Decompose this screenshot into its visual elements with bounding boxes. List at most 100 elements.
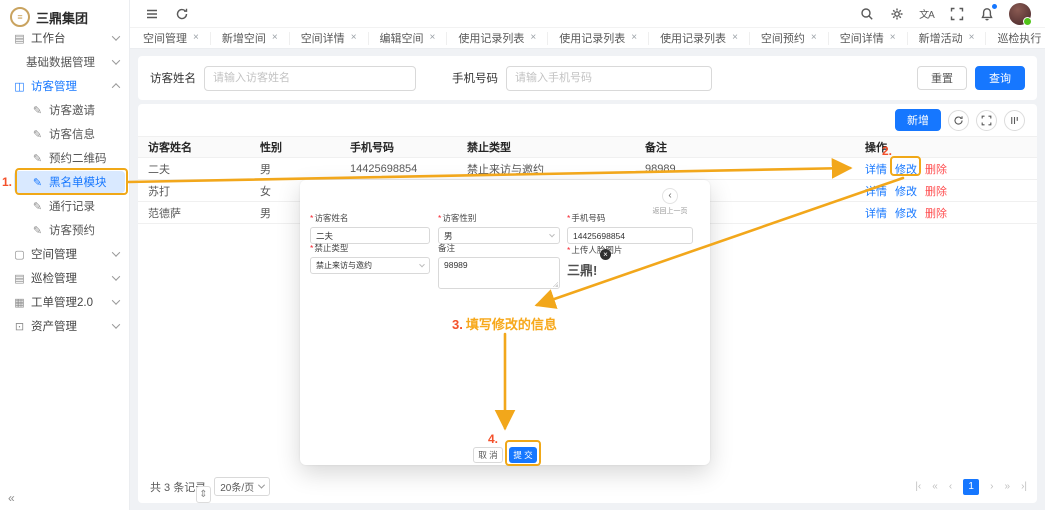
visitor-name-input[interactable] [204, 65, 416, 91]
logo-text: 三鼎集团 [36, 10, 89, 26]
sidebar-item-base-data[interactable]: 基础数据管理 [0, 50, 129, 74]
tab[interactable]: 使用记录列表 × [447, 31, 549, 45]
ban-type-select[interactable]: 禁止来访与邀约 [310, 257, 430, 274]
gear-icon[interactable] [889, 6, 904, 21]
sidebar-item-workbench[interactable]: ▤ 工作台 [0, 26, 129, 50]
tab-label: 空间预约 [760, 33, 805, 45]
app-logo: ≡ 三鼎集团 [10, 7, 88, 27]
chevron-down-icon [419, 261, 425, 267]
logo-icon: ≡ [10, 7, 30, 27]
phone-field[interactable] [567, 227, 693, 244]
delete-link[interactable]: 删除 [925, 161, 947, 177]
submit-button[interactable]: 提 交 [509, 447, 537, 463]
edit-link[interactable]: 修改 [895, 161, 917, 177]
tab[interactable]: 使用记录列表 × [649, 31, 750, 45]
edit-link[interactable]: 修改 [895, 183, 917, 199]
remove-image-icon[interactable]: × [600, 249, 611, 260]
workorder-icon: ▦ [14, 296, 25, 309]
reset-button[interactable]: 重置 [917, 66, 967, 90]
visitor-gender-label: 访客性别 [438, 212, 560, 224]
page-size-select[interactable]: 20条/页 [214, 477, 271, 496]
delete-link[interactable]: 删除 [925, 205, 947, 221]
tab[interactable]: 空间详情 × [829, 31, 908, 45]
remark-textarea[interactable]: 98989 [438, 257, 560, 289]
sidebar-item-visitor-invite[interactable]: ✎ 访客邀请 [0, 98, 129, 122]
tab[interactable]: 新增活动 × [908, 31, 987, 45]
sidebar-collapse-icon[interactable]: « [8, 491, 15, 505]
tab-close-icon[interactable]: × [430, 33, 436, 43]
translate-icon[interactable]: 文A [919, 6, 935, 21]
pencil-icon: ✎ [32, 152, 43, 165]
avatar[interactable] [1009, 2, 1032, 26]
first-page-icon[interactable]: |‹ [915, 481, 921, 492]
next-page-icon[interactable]: › [990, 481, 993, 492]
uploaded-face-image[interactable]: 三鼎! [567, 257, 611, 281]
prev-group-icon[interactable]: « [932, 481, 938, 492]
table-header-row: 访客姓名 性别 手机号码 禁止类型 备注 操作 [138, 136, 1037, 158]
tab[interactable]: 使用记录列表 × [548, 31, 650, 45]
fullscreen-icon[interactable] [949, 6, 964, 21]
chevron-down-icon [111, 248, 121, 257]
tab-close-icon[interactable]: × [811, 33, 817, 43]
bell-icon[interactable] [979, 4, 997, 21]
add-button[interactable]: 新增 [895, 109, 941, 131]
tab-close-icon[interactable]: × [969, 33, 975, 43]
fullscreen-icon[interactable] [976, 109, 997, 131]
search-icon[interactable] [859, 6, 874, 21]
tab-label: 空间详情 [300, 33, 345, 45]
detail-link[interactable]: 详情 [865, 161, 887, 177]
remark-label: 备注 [438, 243, 456, 253]
pencil-icon: ✎ [32, 200, 43, 213]
chevron-down-icon [549, 231, 555, 237]
sidebar-item-visitor-booking[interactable]: ✎ 访客预约 [0, 218, 129, 242]
refresh-icon[interactable] [948, 109, 969, 131]
edit-link[interactable]: 修改 [895, 205, 917, 221]
tab-close-icon[interactable]: × [732, 33, 738, 43]
workbench-icon: ▤ [14, 32, 25, 45]
asset-icon: ⊡ [14, 320, 25, 333]
table-row: 二夫 男 14425698854 禁止来访与邀约 98989 详情 修改 删除 [138, 158, 1037, 180]
tab[interactable]: 空间管理 × [132, 31, 211, 45]
sidebar-item-pass-record[interactable]: ✎ 通行记录 [0, 194, 129, 218]
tab-close-icon[interactable]: × [890, 33, 896, 43]
tab[interactable]: 新增空间 × [211, 31, 290, 45]
column-settings-icon[interactable] [1004, 109, 1025, 131]
current-page[interactable]: 1 [963, 478, 980, 495]
tab-label: 空间管理 [143, 33, 187, 45]
detail-link[interactable]: 详情 [865, 205, 887, 221]
tab-close-icon[interactable]: × [631, 33, 637, 43]
sidebar-item-visitor-info[interactable]: ✎ 访客信息 [0, 122, 129, 146]
chevron-left-icon[interactable]: ‹ [662, 188, 678, 204]
sidebar-item-workorder-mgmt[interactable]: ▦ 工单管理2.0 [0, 290, 129, 314]
sidebar-item-inspection-mgmt[interactable]: ▤ 巡检管理 [0, 266, 129, 290]
filter-card: 访客姓名 手机号码 重置 查询 [138, 56, 1037, 100]
search-button[interactable]: 查询 [975, 66, 1025, 90]
tab-close-icon[interactable]: × [351, 33, 357, 43]
detail-link[interactable]: 详情 [865, 183, 887, 199]
tab[interactable]: 空间详情 × [290, 31, 369, 45]
tab-close-icon[interactable]: × [272, 33, 278, 43]
tab[interactable]: 巡检执行 × [986, 32, 1045, 45]
table-toolbar: 新增 [895, 109, 1025, 131]
last-page-icon[interactable]: ›| [1021, 481, 1027, 492]
tab-close-icon[interactable]: × [193, 33, 199, 43]
hamburger-icon[interactable] [144, 6, 159, 21]
phone-input[interactable] [506, 65, 712, 91]
prev-page-icon[interactable]: ‹ [949, 481, 952, 492]
tab[interactable]: 空间预约 × [750, 31, 829, 45]
cancel-button[interactable]: 取 消 [473, 447, 503, 463]
refresh-icon[interactable] [174, 6, 189, 21]
tab-close-icon[interactable]: × [530, 33, 536, 43]
phone-label: 手机号码 [567, 212, 693, 224]
float-widget-icon[interactable]: ⇕ [196, 486, 211, 503]
sidebar-item-asset-mgmt[interactable]: ⊡ 资产管理 [0, 314, 129, 338]
sidebar-item-space-mgmt[interactable]: ▢ 空间管理 [0, 242, 129, 266]
sidebar-item-visitor-mgmt[interactable]: ◫ 访客管理 [0, 74, 129, 98]
delete-link[interactable]: 删除 [925, 183, 947, 199]
sidebar-item-blacklist[interactable]: ✎ 黑名单模块 [14, 171, 125, 193]
next-group-icon[interactable]: » [1005, 481, 1011, 492]
chevron-down-icon [111, 56, 121, 65]
sidebar-item-qrcode[interactable]: ✎ 预约二维码 [0, 146, 129, 170]
tab[interactable]: 编辑空间 × [369, 31, 448, 45]
chevron-down-icon [111, 32, 121, 41]
